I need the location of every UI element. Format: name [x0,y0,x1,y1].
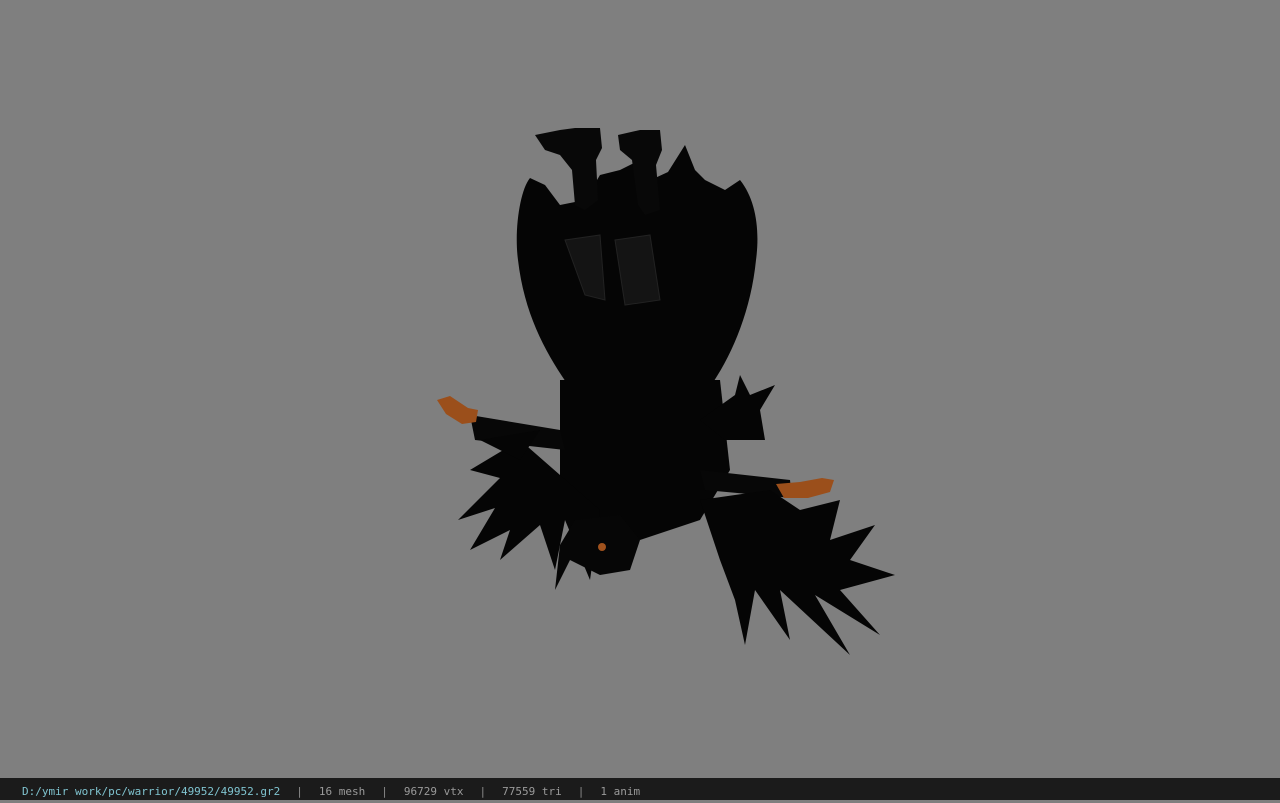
model-hand-left [437,396,478,424]
character-model-render[interactable] [0,0,1280,778]
model-feathers-right [700,375,895,655]
3d-viewport[interactable] [0,0,1280,778]
status-bar: D:/ymir work/pc/warrior/49952/49952.gr2 … [0,778,1280,800]
model-face-accent [598,543,606,551]
